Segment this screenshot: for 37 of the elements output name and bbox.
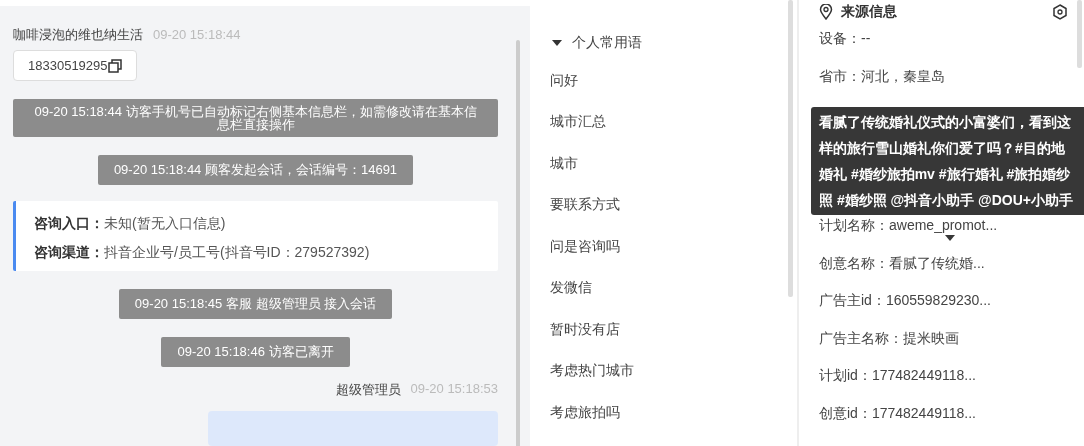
system-notice: 09-20 15:18:44 顾客发起会话，会话编号：14691 xyxy=(97,155,414,186)
phrase-item[interactable]: 暂时没有店 xyxy=(550,309,620,351)
phrase-item[interactable]: 问好 xyxy=(550,60,578,102)
tooltip: 看腻了传统婚礼仪式的小富婆们，看到这样的旅行雪山婚礼你们爱了吗？#目的地婚礼 #婚纱旅拍mv #旅行婚礼 #旅拍婚纱照 #婚纱照 @抖音小助手 @DOU+小助手 xyxy=(811,107,1084,215)
info-value: 未知(暂无入口信息) xyxy=(104,214,226,233)
phrase-item[interactable]: 要联系方式 xyxy=(550,184,620,226)
phrase-item[interactable]: 发微信 xyxy=(550,267,592,309)
system-notice: 09-20 15:18:45 客服 超级管理员 接入会话 xyxy=(118,289,393,320)
phrase-group-toggle[interactable]: 个人常用语 xyxy=(550,30,642,56)
info-row-text: 创意id：177482449118... xyxy=(819,403,977,423)
system-notice: 09-20 15:18:46 访客已离开 xyxy=(161,337,350,368)
hexagon-icon[interactable] xyxy=(1052,4,1068,20)
phrase-item[interactable]: 城市 xyxy=(550,143,578,185)
phrase-item[interactable]: 考虑热门城市 xyxy=(550,350,634,392)
info-row-text: 设备：-- xyxy=(819,29,872,48)
info-row-text: 广告主名称：提米映画 xyxy=(819,328,960,348)
agent-name: 超级管理员 xyxy=(335,381,401,400)
info-value: 抖音企业号/员工号(抖音号ID：279527392) xyxy=(104,243,370,262)
caret-icon xyxy=(552,39,562,47)
phrase-item[interactable]: 考虑旅拍吗 xyxy=(550,392,620,434)
info-row-text: 省市：河北，秦皇岛 xyxy=(819,66,946,86)
info-row-text: 计划id：177482449118... xyxy=(819,366,977,385)
info-row-text: 广告主id：160559829230... xyxy=(819,291,992,310)
location-pin-icon xyxy=(819,4,833,20)
info-label: 咨询入口： xyxy=(34,214,104,233)
info-label: 咨询渠道： xyxy=(34,243,104,262)
message-time: 09-20 15:18:44 xyxy=(153,27,241,42)
message-time: 09-20 15:18:53 xyxy=(410,381,498,399)
info-row-text: 计划名称：aweme_promot... xyxy=(819,216,999,235)
phrase-item[interactable]: 问是咨询吗 xyxy=(550,226,620,268)
copy-icon[interactable] xyxy=(107,58,122,73)
phone-message: 18330519295 xyxy=(13,50,137,82)
info-row-text: 创意名称：看腻了传统婚... xyxy=(819,253,986,273)
sender-name: 咖啡浸泡的维也纳生活 xyxy=(13,26,143,44)
panel-title: 来源信息 xyxy=(841,3,897,21)
system-notice: 09-20 15:18:44 访客手机号已自动标记右侧基本信息栏，如需修改请在基本信息栏直接操作 xyxy=(13,99,498,138)
phrase-item[interactable]: 城市汇总 xyxy=(550,101,606,143)
